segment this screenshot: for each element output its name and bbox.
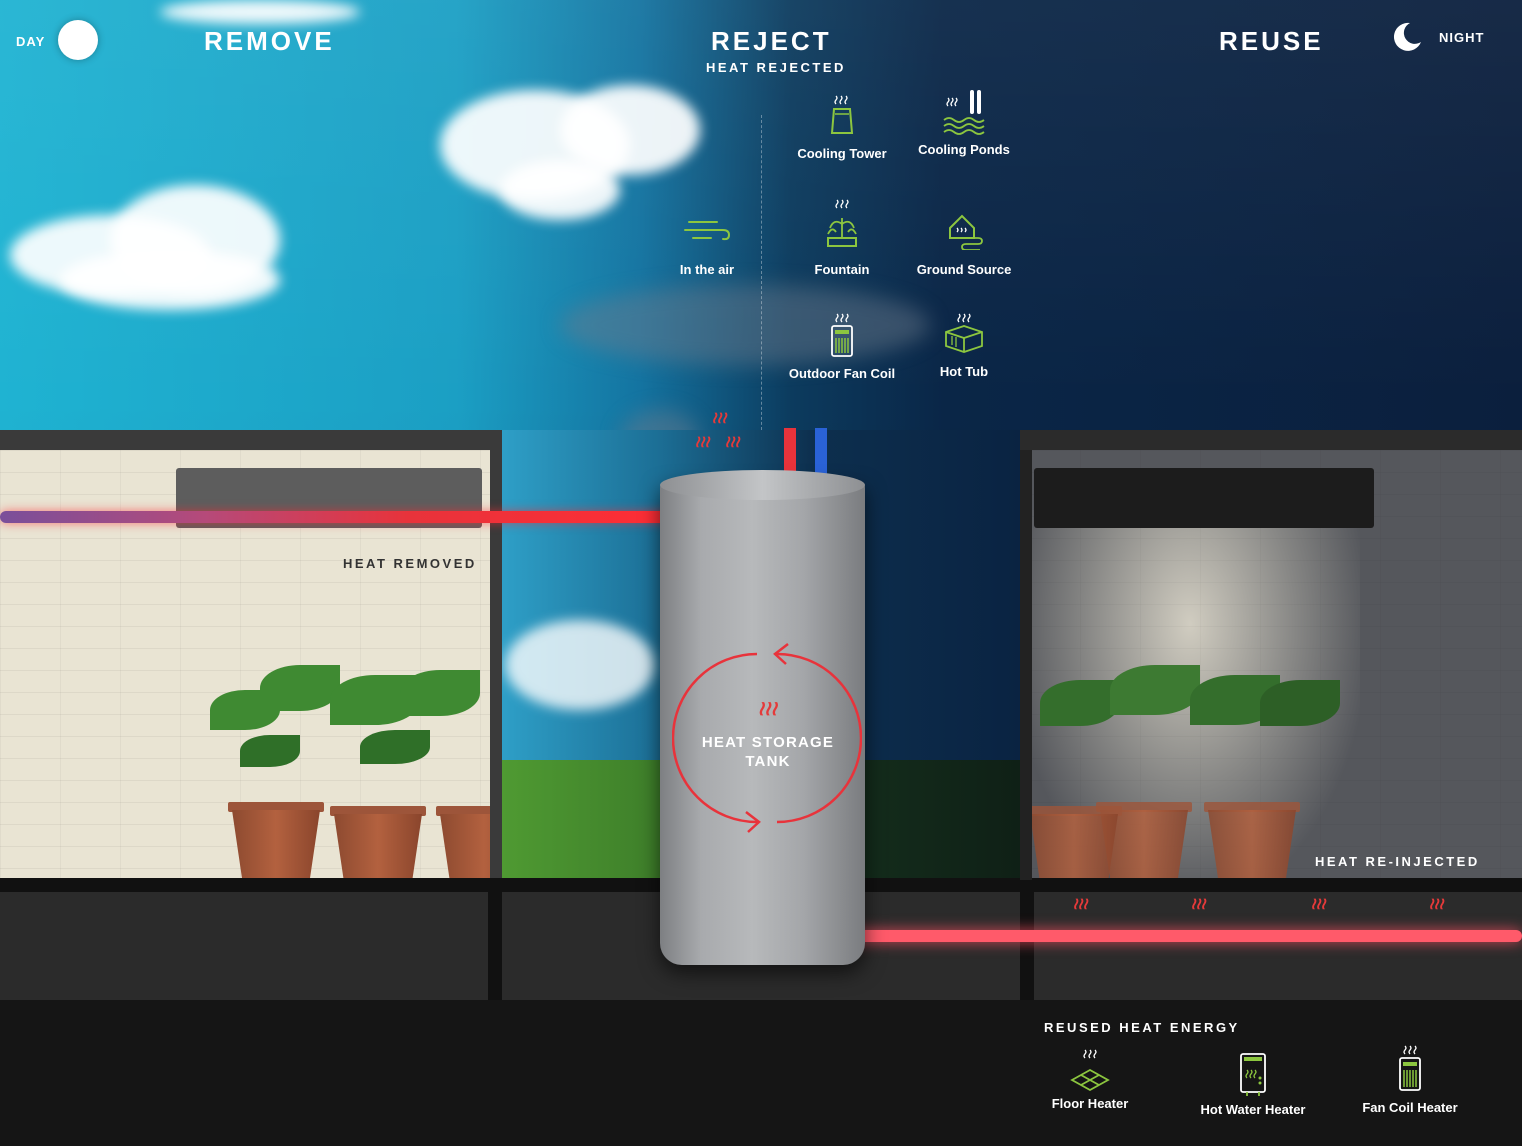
heat-wave-icon: ≀≀≀ [1190, 896, 1206, 913]
grow-room-night [1020, 430, 1522, 880]
option-in-the-air[interactable]: In the air [637, 212, 777, 277]
reuse-hot-water-heater[interactable]: Hot Water Heater [1183, 1050, 1323, 1117]
heat-removal-pipe [0, 511, 680, 523]
option-outdoor-fan-coil[interactable]: Outdoor Fan Coil [772, 312, 912, 381]
plant-pot [232, 810, 320, 880]
option-label: Cooling Tower [797, 146, 887, 161]
reuse-label: Fan Coil Heater [1362, 1100, 1458, 1115]
grow-light [1034, 468, 1374, 528]
heat-wave-icon: ≀≀≀ [724, 434, 740, 451]
option-cooling-ponds[interactable]: Cooling Ponds [894, 88, 1034, 157]
heat-wave-icon: ≀≀≀ [694, 434, 710, 451]
ground-source-icon [949, 214, 983, 250]
cloud [60, 250, 280, 310]
option-ground-source[interactable]: Ground Source [894, 210, 1034, 277]
heat-reinjection-pipe [848, 930, 1522, 942]
reused-heat-title: REUSED HEAT ENERGY [1044, 1020, 1240, 1035]
cooling-tower-icon [830, 95, 854, 134]
heat-wave-icon: ≀≀≀ [1428, 896, 1444, 913]
tank-label-line1: HEAT STORAGE [701, 734, 835, 751]
heat-wave-icon: ≀≀≀ [757, 698, 777, 720]
option-label: Outdoor Fan Coil [788, 366, 896, 381]
fan-coil-icon [831, 313, 853, 357]
option-fountain[interactable]: Fountain [772, 198, 912, 277]
plant-pot [440, 814, 502, 880]
option-cooling-tower[interactable]: Cooling Tower [772, 92, 912, 161]
remove-heading: REMOVE [204, 26, 335, 56]
heat-reinjected-label: HEAT RE-INJECTED [1315, 854, 1480, 869]
reuse-label: Floor Heater [1051, 1096, 1129, 1111]
hot-water-heater-icon [1240, 1053, 1266, 1096]
option-label: Fountain [814, 262, 870, 277]
floor-heater-icon [1070, 1049, 1110, 1092]
plant-leaves [1040, 680, 1120, 726]
reject-heading: REJECT [711, 26, 832, 56]
night-label: NIGHT [1439, 30, 1485, 45]
heat-wave-icon: ≀≀≀ [1072, 896, 1088, 913]
option-label: Cooling Ponds [918, 142, 1010, 157]
cloud [160, 0, 360, 24]
option-label: In the air [679, 262, 735, 277]
fountain-icon [827, 199, 857, 247]
plant-pot [1030, 814, 1118, 880]
hot-tub-icon [945, 313, 983, 353]
option-label: Ground Source [916, 262, 1012, 277]
reuse-floor-heater[interactable]: Floor Heater [1020, 1048, 1160, 1111]
air-icon [684, 221, 731, 241]
day-label: DAY [16, 34, 46, 49]
grow-room-day [0, 430, 502, 880]
option-hot-tub[interactable]: Hot Tub [894, 312, 1034, 379]
option-label: Hot Tub [939, 364, 989, 379]
plant-pot [1208, 810, 1296, 880]
heat-rejected-label: HEAT REJECTED [706, 60, 846, 75]
cooling-ponds-icon [943, 90, 985, 135]
tank-label: HEAT STORAGE TANK [680, 733, 856, 771]
fan-coil-heater-icon [1399, 1045, 1421, 1091]
heat-removed-label: HEAT REMOVED [343, 556, 477, 571]
reuse-fan-coil-heater[interactable]: Fan Coil Heater [1340, 1044, 1480, 1115]
day-night-toggle[interactable] [58, 20, 98, 60]
tank-label-line2: TANK [745, 753, 791, 770]
cloud [500, 160, 620, 220]
heat-wave-icon: ≀≀≀ [1310, 896, 1326, 913]
reuse-heading: REUSE [1219, 26, 1324, 56]
heat-reuse-stage: DAY REMOVE REJECT HEAT REJECTED REUSE NI… [0, 0, 1522, 1146]
reuse-label: Hot Water Heater [1200, 1102, 1306, 1117]
heat-wave-icon: ≀≀≀ [711, 410, 727, 427]
moon-icon[interactable] [1390, 20, 1424, 54]
plant-pot [334, 814, 422, 880]
